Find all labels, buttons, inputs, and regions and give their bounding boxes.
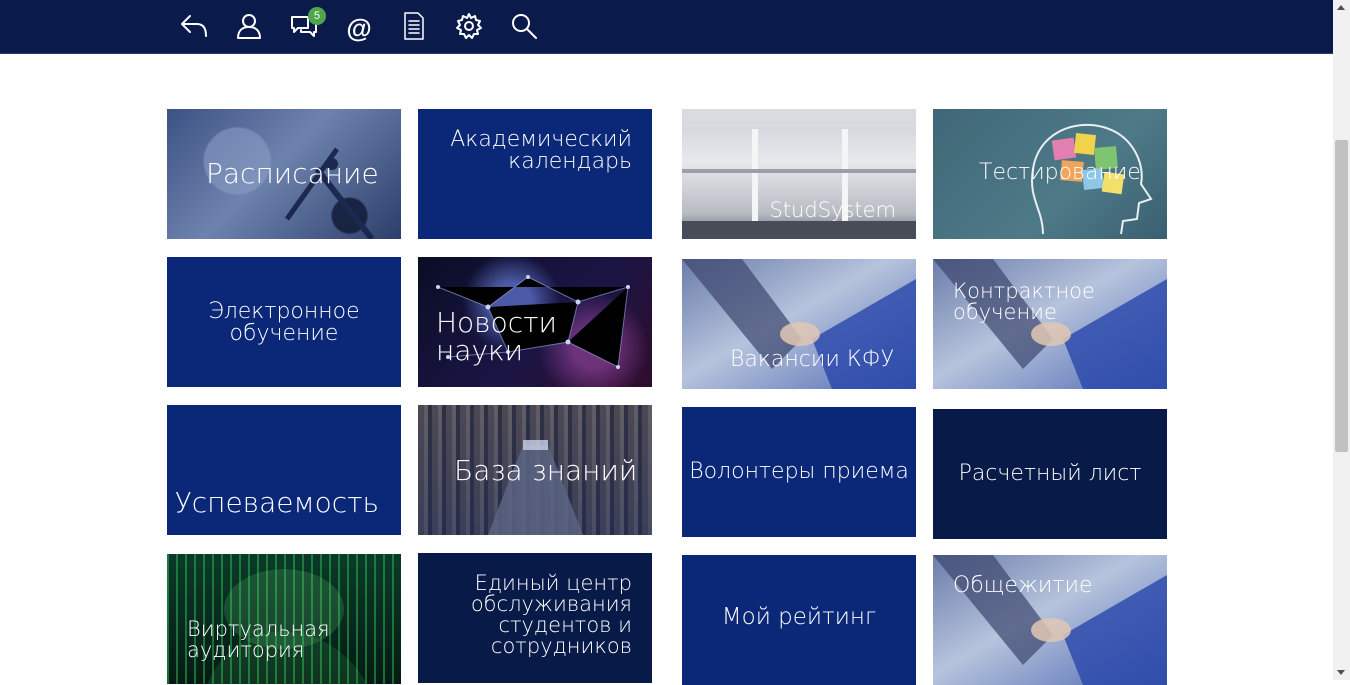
tile-contract-education[interactable]: Контрактное обучение (933, 259, 1167, 389)
tile-label: Виртуальная аудитория (187, 617, 330, 662)
tile-label: Академический календарь (450, 127, 632, 174)
at-symbol: @ (346, 13, 372, 43)
tile-label: Контрактное обучение (953, 279, 1095, 324)
tile-vacancies[interactable]: Вакансии КФУ (682, 259, 916, 389)
tile-schedule[interactable]: Расписание (167, 109, 401, 239)
tile-label: Тестирование (979, 160, 1141, 185)
at-icon[interactable]: @ (343, 10, 375, 42)
document-icon[interactable] (398, 10, 430, 42)
tile-studsystem[interactable]: StudSystem (682, 109, 916, 239)
user-icon[interactable] (233, 10, 265, 42)
tile-service-center[interactable]: Единый центр обслуживания студентов и со… (418, 553, 652, 683)
messages-count-badge: 5 (308, 7, 326, 25)
tile-label: StudSystem (769, 198, 896, 222)
tile-label: Единый центр обслуживания студентов и со… (470, 571, 632, 658)
tile-knowledge-base[interactable]: База знаний (418, 405, 652, 535)
tile-label: Общежитие (953, 573, 1093, 598)
tile-label: Вакансии КФУ (729, 347, 894, 372)
back-arrow-icon[interactable] (178, 10, 210, 42)
search-icon[interactable] (508, 10, 540, 42)
tile-label: Успеваемость (174, 486, 379, 519)
tile-label: Расписание (206, 157, 379, 190)
tile-payslip[interactable]: Расчетный лист (933, 409, 1167, 539)
tile-admission-volunteers[interactable]: Волонтеры приема (682, 407, 916, 537)
tile-elearning[interactable]: Электронное обучение (167, 257, 401, 387)
tile-my-rating[interactable]: Мой рейтинг (682, 555, 916, 685)
top-nav-bar: 5 @ (0, 0, 1333, 54)
tile-academic-calendar[interactable]: Академический календарь (418, 109, 652, 239)
gear-icon[interactable] (453, 10, 485, 42)
tile-testing[interactable]: Тестирование (933, 109, 1167, 239)
chat-icon[interactable]: 5 (288, 7, 326, 42)
tile-label: Волонтеры приема (689, 459, 909, 484)
tile-label: Расчетный лист (958, 461, 1142, 486)
tile-label: База знаний (454, 454, 638, 487)
scroll-up-arrow-icon[interactable] (1337, 5, 1345, 10)
scroll-down-arrow-icon[interactable] (1337, 670, 1345, 675)
tile-label: Новости науки (436, 306, 557, 367)
tile-virtual-classroom[interactable]: Виртуальная аудитория (167, 554, 401, 684)
tile-dormitory[interactable]: Общежитие (933, 555, 1167, 685)
tile-performance[interactable]: Успеваемость (167, 405, 401, 535)
vertical-scrollbar[interactable] (1333, 0, 1350, 680)
scrollbar-thumb[interactable] (1335, 140, 1348, 452)
tile-label: Мой рейтинг (721, 604, 877, 630)
tile-science-news[interactable]: Новости науки (418, 257, 652, 387)
tile-label: Электронное обучение (208, 299, 360, 346)
